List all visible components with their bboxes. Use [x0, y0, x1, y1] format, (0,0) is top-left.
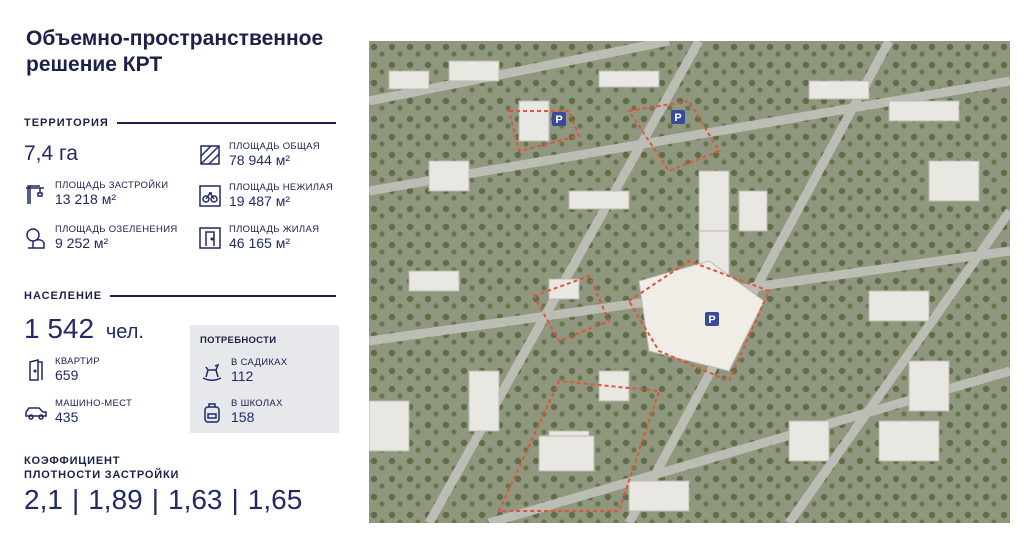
density-header-line2: ПЛОТНОСТИ ЗАСТРОЙКИ — [24, 469, 180, 481]
stat-value: 9 252 м² — [55, 235, 109, 251]
stat-green-area: ПЛОЩАДЬ ОЗЕЛЕНЕНИЯ 9 252 м² — [24, 224, 178, 251]
density-values: 2,1 | 1,89 | 1,63 | 1,65 — [24, 484, 302, 516]
territory-header: ТЕРРИТОРИЯ — [24, 117, 336, 129]
stat-value: 19 487 м² — [229, 193, 290, 209]
stat-value: 78 944 м² — [229, 152, 290, 168]
parking-marker-label: P — [674, 112, 681, 124]
stat-total-area: ПЛОЩАДЬ ОБЩАЯ 78 944 м² — [198, 141, 320, 168]
stat-parking: МАШИНО-МЕСТ 435 — [24, 398, 132, 425]
population-count-unit: чел. — [105, 321, 144, 343]
needs-header: ПОТРЕБНОСТИ — [200, 335, 277, 346]
population-count: 1 542 чел. — [24, 313, 144, 345]
crane-icon — [26, 185, 44, 204]
stat-label: В ШКОЛАХ — [231, 398, 283, 409]
tree-icon — [26, 228, 45, 249]
stat-label: КВАРТИР — [55, 356, 100, 367]
stat-residential-area: ПЛОЩАДЬ ЖИЛАЯ 46 165 м² — [198, 224, 319, 251]
density-header-line1: КОЭФФИЦИЕНТ — [24, 455, 121, 467]
divider — [110, 295, 336, 297]
population-count-value: 1 542 — [24, 313, 95, 344]
density-separator: | — [71, 484, 80, 515]
density-value: 1,65 — [247, 484, 303, 515]
density-separator: | — [231, 484, 239, 515]
door-icon — [199, 227, 221, 249]
stat-label: ПЛОЩАДЬ ОЗЕЛЕНЕНИЯ — [55, 224, 178, 235]
population-header-label: НАСЕЛЕНИЕ — [24, 290, 103, 302]
stat-label: ПЛОЩАДЬ ЗАСТРОЙКИ — [55, 180, 169, 191]
territory-header-label: ТЕРРИТОРИЯ — [24, 117, 109, 129]
stat-kindergarten: В САДИКАХ 112 — [200, 357, 287, 384]
door-key-icon — [29, 359, 43, 381]
density-value: 1,63 — [168, 484, 223, 515]
backpack-icon — [204, 403, 220, 423]
stat-value: 13 218 м² — [55, 191, 116, 207]
page-title: Объемно-пространственное решение КРТ — [26, 27, 324, 76]
aerial-city-map[interactable]: P P P — [369, 41, 1010, 523]
stat-value: 659 — [55, 367, 79, 383]
stat-value: 46 165 м² — [229, 235, 290, 251]
bicycle-icon — [199, 185, 221, 207]
population-header: НАСЕЛЕНИЕ — [24, 290, 336, 302]
hatched-area-icon — [200, 145, 220, 165]
density-value: 1,89 — [88, 484, 143, 515]
stat-nonresidential-area: ПЛОЩАДЬ НЕЖИЛАЯ 19 487 м² — [198, 182, 333, 209]
stat-label: ПЛОЩАДЬ НЕЖИЛАЯ — [229, 182, 334, 193]
parking-marker-label: P — [555, 114, 562, 126]
stat-value: 435 — [55, 409, 79, 425]
map-render: P P P — [369, 41, 1010, 523]
stat-school: В ШКОЛАХ 158 — [200, 398, 283, 425]
territory-area: 7,4 га — [24, 142, 78, 165]
stat-apartments: КВАРТИР 659 — [24, 356, 100, 383]
needs-panel: ПОТРЕБНОСТИ В САДИКАХ 112 В ШКОЛАХ 158 — [190, 325, 339, 433]
stat-label: МАШИНО-МЕСТ — [55, 398, 133, 409]
stat-value: 158 — [231, 409, 255, 425]
stat-label: ПЛОЩАДЬ ЖИЛАЯ — [229, 224, 320, 235]
density-separator: | — [151, 484, 159, 515]
stat-built-area: ПЛОЩАДЬ ЗАСТРОЙКИ 13 218 м² — [24, 180, 168, 207]
parking-marker-label: P — [708, 314, 715, 326]
stat-label: ПЛОЩАДЬ ОБЩАЯ — [229, 141, 320, 152]
divider — [116, 122, 336, 124]
density-header: КОЭФФИЦИЕНТ ПЛОТНОСТИ ЗАСТРОЙКИ — [24, 454, 179, 482]
density-value: 2,1 — [24, 484, 63, 515]
stat-value: 112 — [231, 368, 254, 384]
stat-label: В САДИКАХ — [231, 357, 288, 368]
car-icon — [25, 407, 47, 420]
rocking-horse-icon — [202, 363, 222, 381]
